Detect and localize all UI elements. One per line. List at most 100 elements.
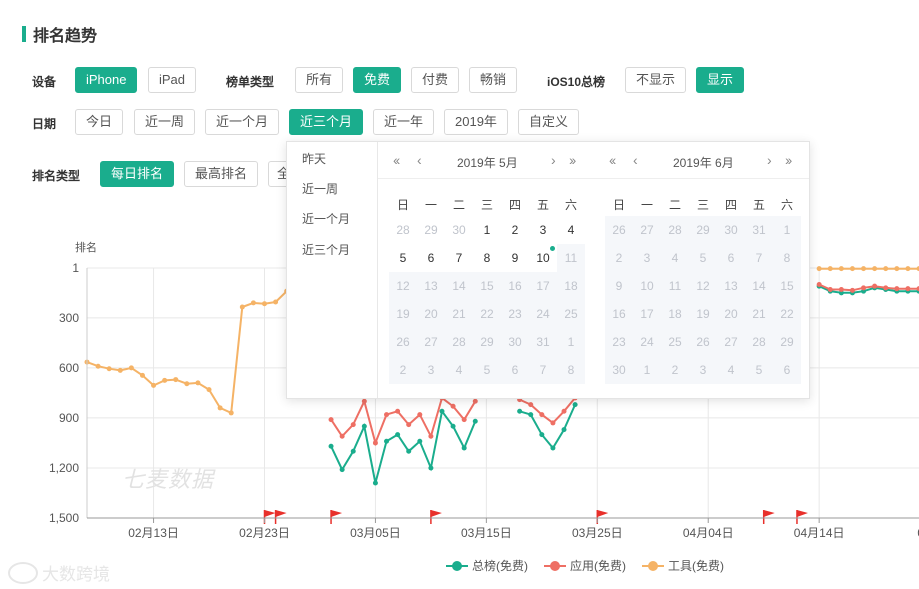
left-calendar-day: 3 <box>417 356 445 384</box>
right-calendar-day: 27 <box>633 216 661 244</box>
series-point-2 <box>827 266 833 272</box>
left-calendar-day[interactable]: 4 <box>557 216 585 244</box>
flag-cloth <box>763 510 775 517</box>
right-calendar-day: 28 <box>745 328 773 356</box>
series-point-2 <box>106 366 112 372</box>
x-tick-label: 04月14日 <box>794 526 845 540</box>
right-calendar-day: 5 <box>689 244 717 272</box>
x-tick-label: 03月15日 <box>461 526 512 540</box>
series-point-1 <box>550 420 556 426</box>
right-prev-year-icon[interactable]: ‹‹ <box>609 152 616 168</box>
series-point-0 <box>417 438 423 444</box>
left-calendar-day[interactable]: 6 <box>417 244 445 272</box>
event-flag-icon <box>596 510 609 524</box>
x-tick-label: 03月05日 <box>350 526 401 540</box>
series-point-0 <box>395 432 401 438</box>
right-prev-month-icon[interactable]: ‹ <box>633 152 637 168</box>
left-calendar-day: 27 <box>417 328 445 356</box>
right-calendar-day: 6 <box>773 356 801 384</box>
next-month-icon[interactable]: › <box>767 152 771 168</box>
series-point-0 <box>384 438 390 444</box>
shortcut-month[interactable]: 近一个月 <box>302 210 350 227</box>
left-calendar-day: 5 <box>473 356 501 384</box>
series-point-0 <box>439 408 445 414</box>
series-point-2 <box>151 382 157 388</box>
left-calendar-day[interactable]: 5 <box>389 244 417 272</box>
left-calendar-day[interactable]: 3 <box>529 216 557 244</box>
left-calendar-day: 7 <box>529 356 557 384</box>
legend-swatch-app <box>544 560 566 572</box>
series-point-1 <box>395 408 401 414</box>
series-point-1 <box>472 398 478 404</box>
right-calendar-day: 12 <box>689 272 717 300</box>
left-weekday-header: 三 <box>480 198 493 212</box>
right-calendar-day: 29 <box>773 328 801 356</box>
right-calendar-day: 14 <box>745 272 773 300</box>
series-point-1 <box>461 417 467 423</box>
left-calendar-day: 20 <box>417 300 445 328</box>
series-point-1 <box>406 422 412 428</box>
left-calendar-day[interactable]: 8 <box>473 244 501 272</box>
right-calendar-day: 10 <box>633 272 661 300</box>
series-point-2 <box>228 410 234 416</box>
picker-shortcuts: 昨天 近一周 近一个月 近三个月 <box>287 142 378 398</box>
shortcut-week[interactable]: 近一周 <box>302 180 338 197</box>
right-calendar-day: 13 <box>717 272 745 300</box>
left-calendar-day[interactable]: 10 <box>529 244 557 272</box>
shortcut-yesterday[interactable]: 昨天 <box>302 150 326 167</box>
series-point-1 <box>328 417 334 423</box>
legend-label-app: 应用(免费) <box>570 559 626 573</box>
left-next-month-icon[interactable]: › <box>551 152 555 168</box>
legend-label-tools: 工具(免费) <box>668 559 724 573</box>
right-calendar-day: 11 <box>661 272 689 300</box>
left-calendar-day[interactable]: 7 <box>445 244 473 272</box>
series-point-2 <box>117 367 123 373</box>
series-point-0 <box>517 408 523 414</box>
legend-item-total[interactable]: 总榜(免费) <box>446 557 528 574</box>
next-year-icon[interactable]: ›› <box>785 152 792 168</box>
left-calendar-day[interactable]: 1 <box>473 216 501 244</box>
legend-item-app[interactable]: 应用(免费) <box>544 557 626 574</box>
prev-year-icon[interactable]: ‹‹ <box>393 152 400 168</box>
series-line-0 <box>330 408 477 484</box>
series-point-0 <box>539 432 545 438</box>
flag-cloth <box>331 510 343 517</box>
left-calendar-day: 13 <box>417 272 445 300</box>
left-calendar-day[interactable]: 30 <box>445 216 473 244</box>
series-point-0 <box>339 467 345 473</box>
flag-cloth <box>796 510 808 517</box>
shortcut-3months[interactable]: 近三个月 <box>302 241 350 258</box>
series-point-2 <box>95 363 101 369</box>
legend-item-tools[interactable]: 工具(免费) <box>642 557 724 574</box>
left-calendar-day: 28 <box>445 328 473 356</box>
brand-logo: 大数跨境 <box>8 560 110 585</box>
right-calendar-day: 26 <box>689 328 717 356</box>
left-calendar-day[interactable]: 28 <box>389 216 417 244</box>
series-point-1 <box>350 422 356 428</box>
series-point-0 <box>450 423 456 429</box>
series-point-1 <box>872 283 878 289</box>
left-calendar-day[interactable]: 2 <box>501 216 529 244</box>
series-point-2 <box>838 266 844 272</box>
left-calendar-day: 30 <box>501 328 529 356</box>
series-point-2 <box>250 300 256 306</box>
left-weekday-header: 五 <box>536 198 549 212</box>
right-calendar-day: 1 <box>773 216 801 244</box>
right-calendar-day: 6 <box>717 244 745 272</box>
x-tick-label: 03月25日 <box>572 526 623 540</box>
right-calendar-day: 18 <box>661 300 689 328</box>
right-calendar-day: 30 <box>717 216 745 244</box>
left-next-year-icon[interactable]: ›› <box>569 152 576 168</box>
left-calendar-day[interactable]: 9 <box>501 244 529 272</box>
event-flag-icon <box>430 510 442 524</box>
series-point-1 <box>417 412 423 418</box>
right-calendar-day: 4 <box>661 244 689 272</box>
prev-month-icon[interactable]: ‹ <box>417 152 421 168</box>
series-line-0 <box>519 404 577 450</box>
x-tick-label: 02月23日 <box>239 526 290 540</box>
series-point-0 <box>561 427 567 433</box>
right-weekday-header: 五 <box>752 198 765 212</box>
x-tick-label: 02月13日 <box>128 526 179 540</box>
left-calendar-day[interactable]: 29 <box>417 216 445 244</box>
series-point-2 <box>239 304 245 310</box>
